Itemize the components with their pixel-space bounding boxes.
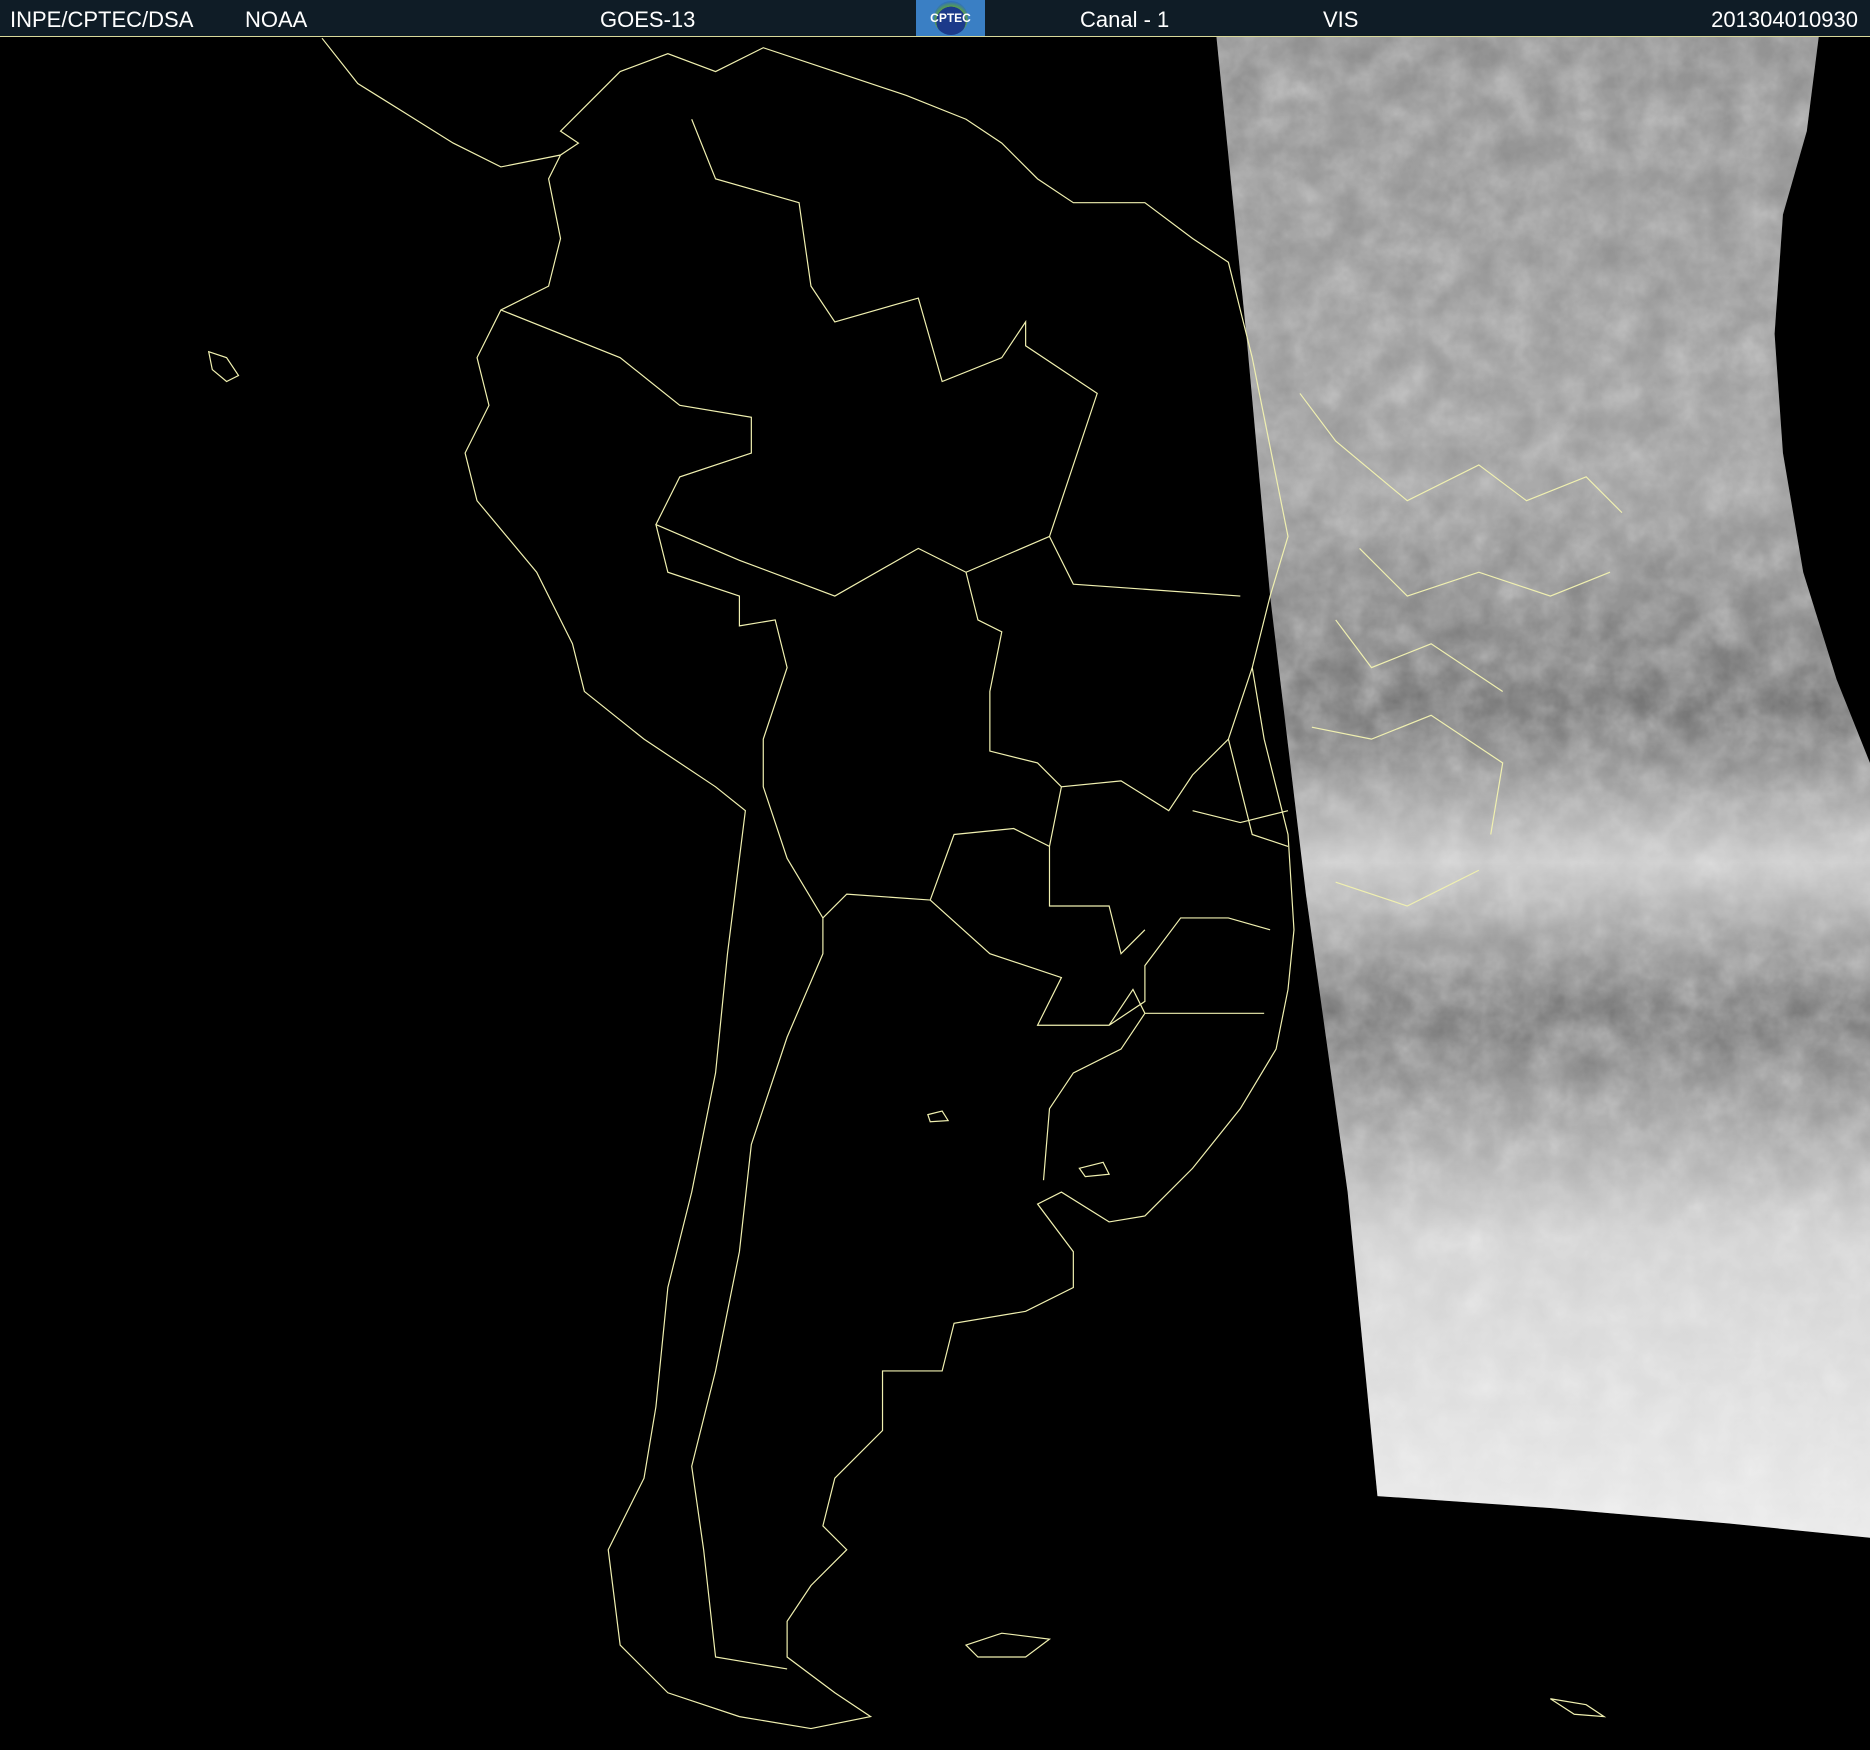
agency-label: NOAA (245, 7, 308, 32)
channel-label: Canal - 1 (1080, 7, 1170, 32)
cptec-logo: CPTEC (916, 0, 985, 36)
satellite-swath (1216, 37, 1870, 1538)
timestamp-label: 201304010930 (1711, 7, 1858, 32)
source-label: INPE/CPTEC/DSA (10, 7, 194, 32)
band-label: VIS (1323, 7, 1359, 32)
image-header: INPE/CPTEC/DSA NOAA GOES-13 CPTEC Canal … (0, 0, 1870, 37)
country-borders (500, 119, 1289, 1670)
south-america-coastline (321, 37, 1295, 1730)
satellite-map (0, 37, 1870, 1750)
satellite-label: GOES-13 (600, 7, 696, 32)
